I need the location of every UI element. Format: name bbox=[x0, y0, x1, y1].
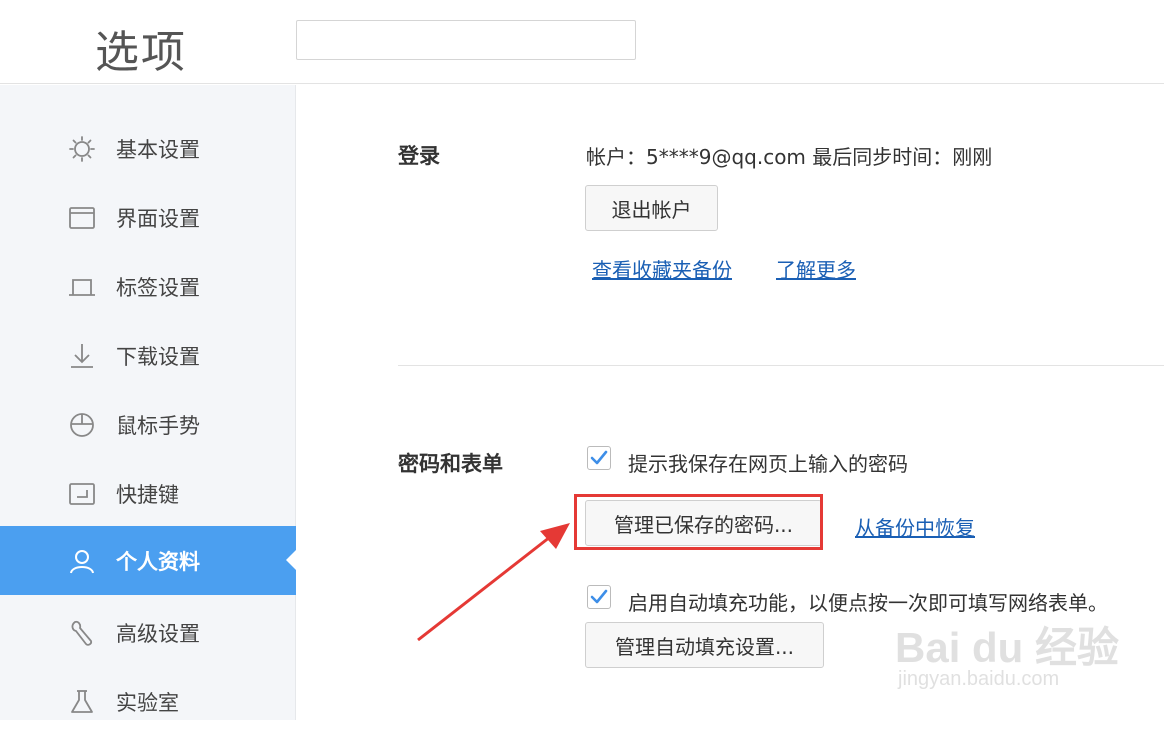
sidebar-item-mouse-gestures[interactable]: 鼠标手势 bbox=[0, 390, 296, 459]
highlight-box bbox=[574, 494, 823, 550]
options-header: 选项 bbox=[0, 0, 1164, 84]
sidebar-item-label: 实验室 bbox=[116, 690, 179, 715]
sidebar-item-label: 下载设置 bbox=[116, 344, 200, 369]
save-password-label: 提示我保存在网页上输入的密码 bbox=[628, 452, 908, 476]
sidebar-item-shortcuts[interactable]: 快捷键 bbox=[0, 459, 296, 528]
annotation-arrow-icon bbox=[417, 523, 570, 642]
save-password-checkbox[interactable] bbox=[587, 446, 611, 470]
window-icon bbox=[68, 204, 96, 232]
search-input[interactable] bbox=[296, 20, 636, 60]
autofill-checkbox[interactable] bbox=[587, 585, 611, 609]
keyboard-enter-icon bbox=[68, 480, 96, 508]
account-info: 帐户：5****9@qq.com 最后同步时间：刚刚 bbox=[586, 145, 993, 169]
sidebar: 基本设置 界面设置 标签设置 下载设置 鼠标手势 快捷键 个人资料 高级设置 实… bbox=[0, 85, 296, 720]
sidebar-item-label: 界面设置 bbox=[116, 206, 200, 231]
baidu-watermark: Bai du 经验 jingyan.baidu.com bbox=[895, 610, 1125, 700]
sidebar-item-basic[interactable]: 基本设置 bbox=[0, 114, 296, 183]
download-icon bbox=[68, 342, 96, 370]
sidebar-item-profile[interactable]: 个人资料 bbox=[0, 526, 296, 595]
learn-more-link[interactable]: 了解更多 bbox=[776, 254, 856, 283]
restore-backup-link[interactable]: 从备份中恢复 bbox=[855, 512, 975, 541]
sidebar-item-download[interactable]: 下载设置 bbox=[0, 321, 296, 390]
checkmark-icon bbox=[590, 589, 608, 604]
flask-icon bbox=[68, 688, 96, 716]
wrench-icon bbox=[68, 619, 96, 647]
mouse-icon bbox=[68, 411, 96, 439]
sidebar-item-lab[interactable]: 实验室 bbox=[0, 667, 296, 736]
sidebar-item-label: 快捷键 bbox=[116, 482, 179, 507]
sidebar-item-label: 个人资料 bbox=[116, 549, 200, 574]
section-label-login: 登录 bbox=[398, 144, 440, 168]
user-icon bbox=[68, 547, 96, 575]
page-title: 选项 bbox=[95, 27, 187, 78]
section-divider bbox=[398, 365, 1164, 366]
favorites-backup-link[interactable]: 查看收藏夹备份 bbox=[592, 254, 732, 283]
sidebar-item-label: 鼠标手势 bbox=[116, 413, 200, 438]
sidebar-item-interface[interactable]: 界面设置 bbox=[0, 183, 296, 252]
sidebar-item-advanced[interactable]: 高级设置 bbox=[0, 598, 296, 667]
tab-icon bbox=[68, 273, 96, 301]
sidebar-item-label: 基本设置 bbox=[116, 137, 200, 162]
checkmark-icon bbox=[590, 450, 608, 465]
watermark-logo: Bai du 经验 bbox=[895, 624, 1120, 671]
section-label-passwords: 密码和表单 bbox=[398, 452, 503, 476]
sidebar-item-label: 标签设置 bbox=[116, 275, 200, 300]
logout-button[interactable]: 退出帐户 bbox=[585, 185, 718, 231]
sidebar-item-label: 高级设置 bbox=[116, 621, 200, 646]
watermark-url: jingyan.baidu.com bbox=[898, 668, 1060, 690]
sun-gear-icon bbox=[68, 135, 96, 163]
sidebar-item-tabs[interactable]: 标签设置 bbox=[0, 252, 296, 321]
manage-autofill-button[interactable]: 管理自动填充设置... bbox=[585, 622, 824, 668]
